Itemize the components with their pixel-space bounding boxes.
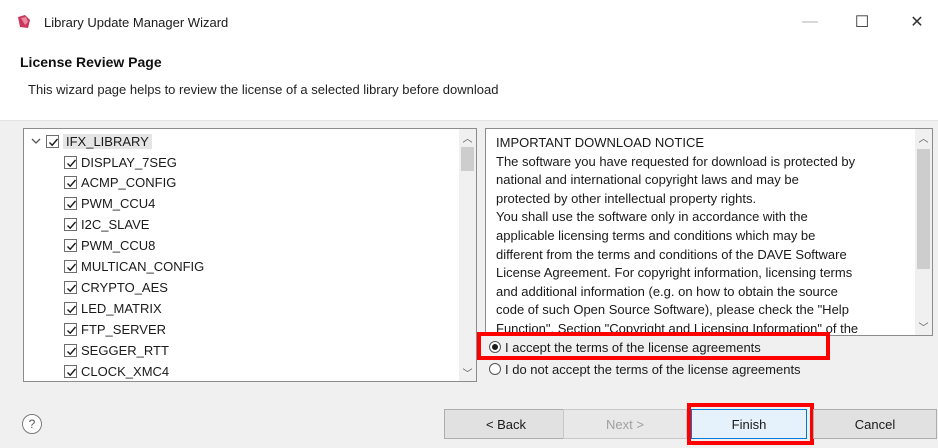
checkmark-icon — [67, 179, 77, 188]
tree-item[interactable]: MULTICAN_CONFIG — [64, 257, 204, 277]
tree-item-checkbox[interactable] — [64, 322, 77, 336]
finish-highlight-box — [687, 403, 814, 445]
license-line: applicable licensing terms and condition… — [496, 227, 816, 243]
tree-root-row[interactable]: IFX_LIBRARY — [30, 131, 152, 151]
tree-item[interactable]: FTP_SERVER — [64, 319, 166, 339]
license-line: code of such Open Source Software), plea… — [496, 302, 849, 318]
license-line: protected by other intellectual property… — [496, 190, 757, 206]
license-line: License Agreement. For copyright informa… — [496, 265, 853, 281]
tree-item[interactable]: PWM_CCU8 — [64, 236, 155, 256]
page-title: License Review Page — [20, 54, 162, 70]
tree-item-checkbox[interactable] — [64, 218, 77, 232]
tree-item-checkbox[interactable] — [64, 155, 77, 169]
tree-item[interactable]: CLOCK_XMC4 — [64, 361, 169, 381]
tree-item-checkbox[interactable] — [64, 280, 77, 294]
tree-item-label: PWM_CCU8 — [81, 238, 156, 254]
scroll-down-arrow[interactable]: ﹀ — [459, 364, 476, 381]
tree-item[interactable]: LED_MATRIX — [64, 298, 162, 318]
license-line: The software you have requested for down… — [496, 153, 856, 169]
checkmark-icon — [49, 138, 59, 146]
tree-root-checkbox[interactable] — [46, 134, 59, 148]
checkmark-icon — [67, 347, 77, 355]
tree-item-checkbox[interactable] — [64, 260, 77, 273]
checkmark-icon — [67, 284, 77, 293]
tree-item-checkbox[interactable] — [64, 176, 77, 190]
scroll-up-arrow[interactable]: ︿ — [459, 129, 476, 146]
tree-root-label: IFX_LIBRARY — [63, 133, 152, 149]
tree-item-label: ACMP_CONFIG — [81, 175, 177, 191]
tree-item[interactable]: CRYPTO_AES — [64, 277, 168, 297]
license-line: national and international copyright law… — [496, 172, 799, 188]
tree-item-label: SEGGER_RTT — [81, 342, 169, 358]
tree-scrollbar[interactable]: ︿ ﹀ — [459, 129, 476, 381]
window-title: Library Update Manager Wizard — [44, 15, 229, 30]
checkmark-icon — [67, 326, 77, 334]
tree-item-label: CLOCK_XMC4 — [81, 363, 170, 379]
accept-highlight-box — [477, 332, 830, 360]
tree-item-checkbox[interactable] — [64, 364, 77, 378]
scroll-thumb[interactable] — [917, 149, 930, 269]
checkmark-icon — [67, 221, 77, 230]
dave-app-icon — [18, 15, 30, 28]
checkmark-icon — [67, 159, 77, 167]
license-text-panel[interactable]: IMPORTANT DOWNLOAD NOTICE The software yo… — [485, 128, 933, 336]
license-scrollbar[interactable]: ︿ ﹀ — [915, 129, 932, 335]
radio-unselected-icon[interactable] — [489, 363, 501, 375]
title-bar: Library Update Manager Wizard — ☐ ✕ — [0, 0, 938, 44]
tree-item-checkbox[interactable] — [64, 301, 77, 315]
tree-item[interactable]: SEGGER_RTT — [64, 340, 169, 360]
help-icon[interactable]: ? — [22, 414, 42, 434]
tree-item[interactable]: DISPLAY_7SEG — [64, 152, 177, 172]
checkmark-icon — [67, 305, 77, 314]
checkmark-icon — [67, 242, 77, 251]
maximize-button[interactable]: ☐ — [842, 8, 882, 36]
tree-item-label: LED_MATRIX — [81, 300, 162, 316]
chevron-down-icon[interactable] — [30, 135, 42, 147]
license-line: different from the terms and conditions … — [496, 246, 847, 262]
tree-item[interactable]: PWM_CCU4 — [64, 194, 155, 214]
close-button[interactable]: ✕ — [897, 8, 937, 36]
scroll-up-arrow[interactable]: ︿ — [915, 129, 932, 146]
decline-license-label: I do not accept the terms of the license… — [505, 361, 801, 377]
page-description: This wizard page helps to review the lic… — [28, 82, 499, 97]
license-line: and additional information (e.g. on how … — [496, 283, 838, 299]
decline-license-radio[interactable]: I do not accept the terms of the license… — [489, 359, 801, 379]
checkmark-icon — [67, 368, 77, 376]
tree-item-checkbox[interactable] — [64, 343, 77, 357]
tree-item[interactable]: I2C_SLAVE — [64, 215, 149, 235]
tree-item-label: CRYPTO_AES — [81, 279, 168, 295]
license-text: IMPORTANT DOWNLOAD NOTICE The software yo… — [496, 134, 906, 335]
license-line: You shall use the software only in accor… — [496, 209, 808, 225]
scroll-down-arrow[interactable]: ﹀ — [915, 318, 932, 335]
tree-item-checkbox[interactable] — [64, 239, 77, 253]
back-button[interactable]: < Back — [444, 409, 568, 439]
scroll-thumb[interactable] — [461, 147, 474, 171]
tree-item-label: DISPLAY_7SEG — [81, 154, 177, 170]
tree-item-label: MULTICAN_CONFIG — [81, 259, 205, 274]
tree-item-label: I2C_SLAVE — [81, 217, 150, 233]
next-button[interactable]: Next > — [563, 409, 687, 439]
tree-item-label: FTP_SERVER — [81, 321, 167, 337]
wizard-header: License Review Page This wizard page hel… — [0, 44, 938, 120]
tree-item-label: PWM_CCU4 — [81, 196, 156, 212]
cancel-button[interactable]: Cancel — [813, 409, 937, 439]
checkmark-icon — [67, 200, 77, 209]
license-line: IMPORTANT DOWNLOAD NOTICE — [496, 135, 705, 150]
tree-item[interactable]: ACMP_CONFIG — [64, 173, 176, 193]
library-tree[interactable]: IFX_LIBRARY DISPLAY_7SEG ACMP_CONFIG PWM_C… — [23, 128, 477, 382]
tree-item-checkbox[interactable] — [64, 197, 77, 211]
checkmark-icon — [67, 263, 77, 272]
minimize-button[interactable]: — — [790, 8, 830, 36]
